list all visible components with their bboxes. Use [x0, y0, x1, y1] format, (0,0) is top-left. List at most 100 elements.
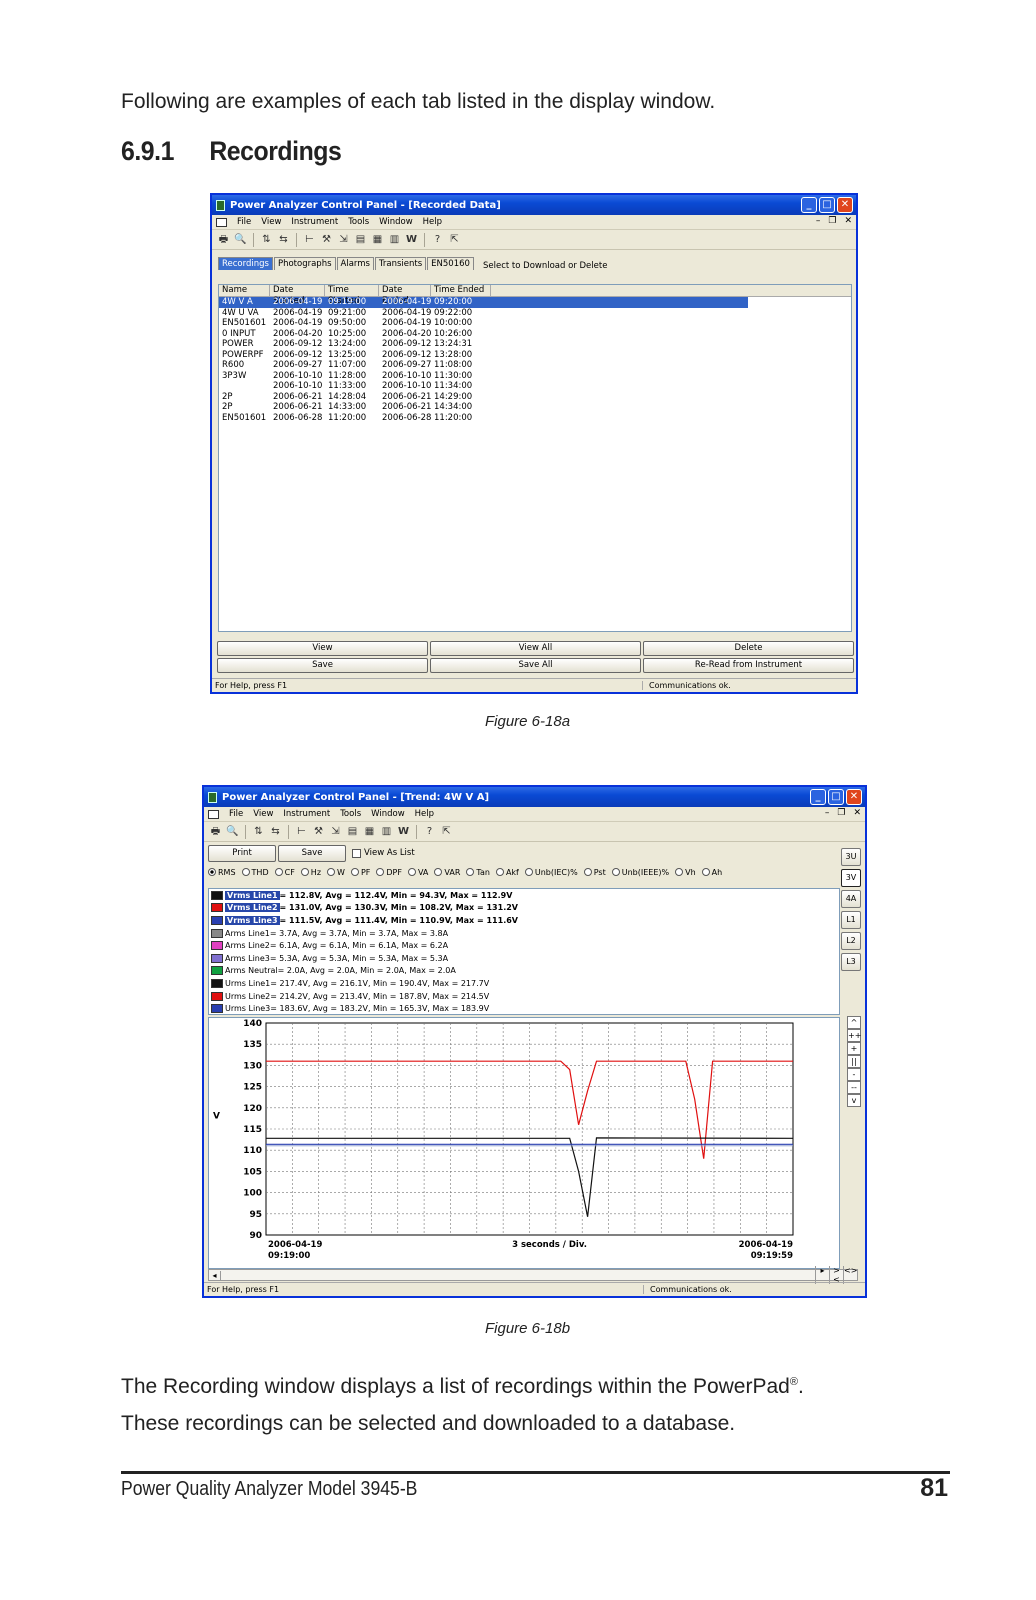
- context-help-icon[interactable]: ⇱: [440, 825, 453, 838]
- legend-item[interactable]: Arms Neutral = 2.0A, Avg = 2.0A, Min = 2…: [209, 965, 839, 978]
- channel-l2-button[interactable]: L2: [841, 932, 861, 950]
- column-header[interactable]: Time Started: [325, 285, 379, 306]
- zoom-reset-button[interactable]: ||: [847, 1055, 861, 1068]
- close-button[interactable]: ✕: [846, 789, 862, 805]
- radio-unb-iec-[interactable]: Unb(IEC)%: [524, 868, 578, 877]
- menu-window[interactable]: Window: [371, 809, 405, 819]
- list-item[interactable]: EN501601 2006-04-19 09:50:00 2006-04-19 10:0…: [219, 318, 851, 329]
- w-icon[interactable]: W: [397, 825, 410, 838]
- print-icon[interactable]: 🖶: [217, 233, 230, 246]
- column-header[interactable]: Date Started: [270, 285, 325, 306]
- reread-button[interactable]: Re-Read from Instrument: [643, 658, 854, 673]
- list-item[interactable]: 2P 2006-06-21 14:28:04 2006-06-21 14:29:00: [219, 392, 851, 403]
- radio-hz[interactable]: Hz: [300, 868, 321, 877]
- radio-thd[interactable]: THD: [241, 868, 269, 877]
- window-icon[interactable]: ▤: [354, 233, 367, 246]
- list-item[interactable]: POWERPF 2006-09-12 13:25:00 2006-09-12 13:28…: [219, 350, 851, 361]
- tab-transients[interactable]: Transients: [374, 257, 427, 270]
- legend-item[interactable]: Arms Line1 = 3.7A, Avg = 3.7A, Min = 3.7…: [209, 927, 839, 940]
- tools-icon[interactable]: ⚒: [312, 825, 325, 838]
- menu-file[interactable]: File: [237, 217, 251, 227]
- delete-button[interactable]: Delete: [643, 641, 854, 656]
- legend-item[interactable]: Vrms Line1 = 112.8V, Avg = 112.4V, Min =…: [209, 889, 839, 902]
- column-header[interactable]: Date Ended: [379, 285, 431, 306]
- zoom-in-max-button[interactable]: ++: [847, 1029, 861, 1042]
- list-item[interactable]: EN501601 2006-06-28 11:20:00 2006-06-28 11:2…: [219, 413, 851, 424]
- radio-dot[interactable]: [274, 868, 283, 876]
- list-item[interactable]: 0 INPUT 2006-04-20 10:25:00 2006-04-20 10:26…: [219, 329, 851, 340]
- menu-help[interactable]: Help: [415, 809, 434, 819]
- recordings-list[interactable]: Name Date Started Time Started Date Ende…: [218, 284, 852, 632]
- mdi-restore-icon[interactable]: ❐: [828, 216, 836, 226]
- disconnect-icon[interactable]: ⇆: [269, 825, 282, 838]
- legend-item[interactable]: Vrms Line2 = 131.0V, Avg = 130.3V, Min =…: [209, 902, 839, 915]
- radio-akf[interactable]: Akf: [495, 868, 519, 877]
- view-button[interactable]: View: [217, 641, 428, 656]
- help-icon[interactable]: ?: [423, 825, 436, 838]
- radio-va[interactable]: VA: [407, 868, 428, 877]
- menu-file[interactable]: File: [229, 809, 243, 819]
- channel-4a-button[interactable]: 4A: [841, 890, 861, 908]
- list-item[interactable]: 2006-10-10 11:33:00 2006-10-10 11:34:00: [219, 381, 851, 392]
- connect-icon[interactable]: ⇅: [252, 825, 265, 838]
- context-help-icon[interactable]: ⇱: [448, 233, 461, 246]
- title-bar[interactable]: Power Analyzer Control Panel - [Recorded…: [212, 195, 856, 215]
- tab-en50160[interactable]: EN50160: [427, 257, 474, 270]
- radio-dot[interactable]: [327, 868, 336, 876]
- horizontal-scrollbar[interactable]: ◂ ▸ >< <>: [208, 1266, 858, 1284]
- radio-rms[interactable]: RMS: [208, 868, 236, 877]
- list-item[interactable]: 4W V A 2006-04-19 09:19:00 2006-04-19 09:20:…: [219, 297, 748, 308]
- menu-tools[interactable]: Tools: [340, 809, 361, 819]
- checkbox-box[interactable]: [352, 848, 361, 858]
- column-header[interactable]: Name: [219, 285, 270, 296]
- menu-instrument[interactable]: Instrument: [291, 217, 338, 227]
- save-all-button[interactable]: Save All: [430, 658, 641, 673]
- zoom-in-button[interactable]: +: [847, 1042, 861, 1055]
- radio-dot[interactable]: [466, 868, 475, 876]
- tools-icon[interactable]: ⚒: [320, 233, 333, 246]
- title-bar[interactable]: Power Analyzer Control Panel - [Trend: 4…: [204, 787, 865, 807]
- menu-help[interactable]: Help: [423, 217, 442, 227]
- list-item[interactable]: 2P 2006-06-21 14:33:00 2006-06-21 14:34:00: [219, 402, 851, 413]
- radio-dot[interactable]: [611, 868, 620, 876]
- radio-dot[interactable]: [241, 868, 250, 876]
- list-item[interactable]: 3P3W 2006-10-10 11:28:00 2006-10-10 11:30:00: [219, 371, 851, 382]
- radio-var[interactable]: VAR: [434, 868, 460, 877]
- channel-l1-button[interactable]: L1: [841, 911, 861, 929]
- mdi-minimize-icon[interactable]: –: [825, 808, 830, 818]
- print-preview-icon[interactable]: 🔍: [234, 233, 247, 246]
- mdi-minimize-icon[interactable]: –: [816, 216, 821, 226]
- radio-tan[interactable]: Tan: [466, 868, 490, 877]
- view-as-list-checkbox[interactable]: View As List: [352, 848, 415, 858]
- legend-item[interactable]: Urms Line1 = 217.4V, Avg = 216.1V, Min =…: [209, 977, 839, 990]
- mdi-close-icon[interactable]: ✕: [844, 216, 852, 226]
- menu-instrument[interactable]: Instrument: [283, 809, 330, 819]
- radio-dot[interactable]: [300, 868, 309, 876]
- menu-window[interactable]: Window: [379, 217, 413, 227]
- channel-3v-button[interactable]: 3V: [841, 869, 861, 887]
- radio-w[interactable]: W: [327, 868, 345, 877]
- legend-item[interactable]: Arms Line2 = 6.1A, Avg = 6.1A, Min = 6.1…: [209, 939, 839, 952]
- radio-dot[interactable]: [208, 868, 216, 876]
- tree-icon[interactable]: ⊢: [295, 825, 308, 838]
- legend-item[interactable]: Vrms Line3 = 111.5V, Avg = 111.4V, Min =…: [209, 914, 839, 927]
- radio-cf[interactable]: CF: [274, 868, 295, 877]
- legend-item[interactable]: Urms Line3 = 183.6V, Avg = 183.2V, Min =…: [209, 1002, 839, 1015]
- menu-view[interactable]: View: [261, 217, 281, 227]
- column-header[interactable]: Time Ended: [431, 285, 491, 296]
- zoom-out-max-button[interactable]: --: [847, 1081, 861, 1094]
- maximize-button[interactable]: □: [819, 197, 835, 213]
- list-item[interactable]: R600 2006-09-27 11:07:00 2006-09-27 11:08:00: [219, 360, 851, 371]
- zoom-out-button[interactable]: -: [847, 1068, 861, 1081]
- radio-pf[interactable]: PF: [350, 868, 370, 877]
- scroll-left-icon[interactable]: ◂: [209, 1270, 221, 1280]
- radio-unb-ieee-[interactable]: Unb(IEEE)%: [611, 868, 669, 877]
- radio-vh[interactable]: Vh: [675, 868, 696, 877]
- print-button[interactable]: Print: [208, 844, 276, 862]
- save-button[interactable]: Save: [217, 658, 428, 673]
- radio-dot[interactable]: [524, 868, 533, 876]
- menu-tools[interactable]: Tools: [348, 217, 369, 227]
- minimize-button[interactable]: _: [810, 789, 826, 805]
- tree-icon[interactable]: ⊢: [303, 233, 316, 246]
- disconnect-icon[interactable]: ⇆: [277, 233, 290, 246]
